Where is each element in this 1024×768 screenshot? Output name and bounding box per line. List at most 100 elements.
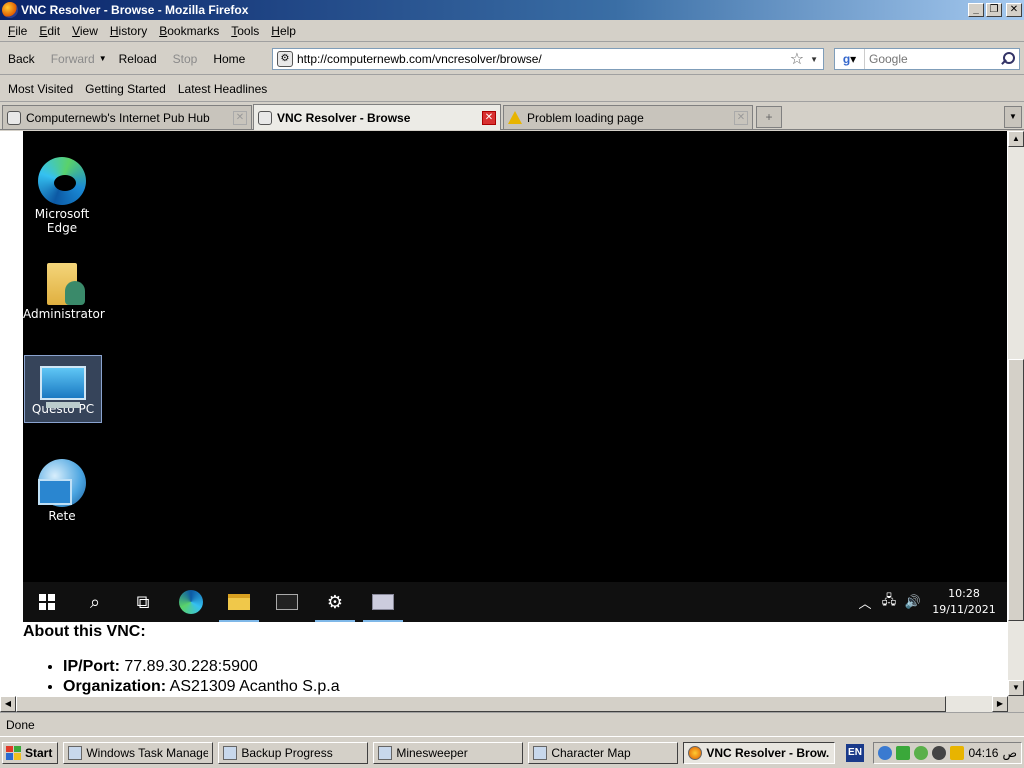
taskbar-item-task-manager[interactable]: Windows Task Manager	[63, 741, 214, 764]
stop-button[interactable]: Stop	[165, 52, 206, 66]
vertical-scroll-thumb[interactable]	[1008, 359, 1024, 621]
menu-edit[interactable]: Edit	[33, 24, 66, 38]
desktop-icon-questo-pc[interactable]: Questo PC	[24, 355, 102, 423]
menu-tools[interactable]: Tools	[225, 24, 265, 38]
desktop-icon-rete[interactable]: Rete	[23, 455, 101, 523]
bookmarks-toolbar: Most Visited Getting Started Latest Head…	[0, 76, 1024, 102]
tab-label: Computernewb's Internet Pub Hub	[26, 110, 210, 125]
taskbar-item-backup-progress[interactable]: Backup Progress	[218, 741, 369, 764]
menu-history[interactable]: History	[104, 24, 153, 38]
task-view-icon[interactable]: ⧉	[119, 582, 167, 622]
users-icon[interactable]	[950, 746, 965, 760]
desktop-icon-edge[interactable]: Microsoft Edge	[23, 153, 101, 235]
window-controls: _ ❐ ✕	[968, 3, 1022, 17]
tab-vnc-resolver-browse[interactable]: VNC Resolver - Browse ✕	[253, 104, 501, 130]
firefox-icon	[2, 2, 18, 18]
home-button[interactable]: Home	[205, 52, 253, 66]
tab-label: Problem loading page	[527, 110, 644, 125]
back-button[interactable]: Back	[0, 52, 43, 66]
desktop-icon-label: Rete	[48, 509, 76, 523]
settings-gear-icon[interactable]: ⚙	[311, 582, 359, 622]
vnc-screenshot: Microsoft Edge Administrator Questo PC R…	[23, 131, 1007, 622]
update-icon[interactable]	[914, 746, 929, 760]
navigation-toolbar: Back Forward ▼ Reload Stop Home ⚙ ☆ ▼ g▾	[0, 43, 1024, 75]
security-icon[interactable]	[896, 746, 911, 760]
network-globe-icon[interactable]	[878, 746, 893, 760]
about-heading: About this VNC:	[23, 623, 146, 640]
bookmark-getting-started[interactable]: Getting Started	[79, 82, 172, 96]
taskbar-item-character-map[interactable]: Character Map	[528, 741, 679, 764]
server-manager-icon[interactable]	[359, 582, 407, 622]
scroll-right-icon[interactable]: ▶	[992, 696, 1008, 712]
new-tab-button[interactable]: +	[756, 106, 782, 128]
am-pm-indicator: ص	[1002, 746, 1017, 760]
character-map-icon	[533, 745, 548, 760]
menu-bookmarks[interactable]: Bookmarks	[153, 24, 225, 38]
tab-internet-pub-hub[interactable]: Computernewb's Internet Pub Hub ✕	[2, 105, 252, 129]
search-box: g ▾	[834, 48, 1020, 70]
tab-list-dropdown-icon[interactable]: ▼	[1004, 106, 1022, 128]
warning-icon	[508, 111, 522, 124]
site-favicon-icon	[258, 110, 272, 125]
history-dropdown-icon[interactable]: ▼	[99, 54, 107, 63]
windows-start-icon[interactable]	[23, 582, 71, 622]
language-indicator[interactable]: EN	[846, 744, 864, 762]
menu-help[interactable]: Help	[265, 24, 302, 38]
close-button[interactable]: ✕	[1006, 3, 1022, 17]
vertical-scrollbar[interactable]: ▲ ▼	[1008, 131, 1024, 696]
task-manager-icon	[68, 745, 83, 760]
start-button[interactable]: Start	[2, 741, 59, 764]
status-bar: Done	[0, 712, 1024, 736]
host-taskbar: Start Windows Task Manager Backup Progre…	[0, 736, 1024, 768]
taskbar-item-firefox[interactable]: VNC Resolver - Brow...	[683, 741, 836, 764]
tab-close-icon[interactable]: ✕	[233, 110, 247, 125]
backup-icon	[223, 745, 238, 760]
search-input[interactable]	[865, 52, 999, 66]
minimize-button[interactable]: _	[968, 3, 984, 17]
host-clock[interactable]: 04:16	[968, 746, 998, 760]
network-icon	[38, 459, 86, 507]
remote-taskbar: ⌕ ⧉ ⚙ ︿ 🖧 🔊 10:28 19/11/2021	[23, 582, 1007, 622]
page-content: Microsoft Edge Administrator Questo PC R…	[0, 131, 1008, 696]
google-engine-icon[interactable]: g ▾	[835, 49, 865, 69]
tab-strip: Computernewb's Internet Pub Hub ✕ VNC Re…	[0, 103, 1024, 130]
desktop-icon-administrator[interactable]: Administrator	[23, 259, 105, 321]
scroll-up-icon[interactable]: ▲	[1008, 131, 1024, 147]
forward-button[interactable]: Forward	[43, 52, 103, 66]
reload-button[interactable]: Reload	[111, 52, 165, 66]
search-icon[interactable]	[999, 51, 1015, 67]
scroll-left-icon[interactable]: ◀	[0, 696, 16, 712]
power-icon[interactable]	[932, 746, 947, 760]
bookmark-most-visited[interactable]: Most Visited	[2, 82, 79, 96]
bookmark-star-icon[interactable]: ☆	[790, 49, 804, 69]
tab-problem-loading-page[interactable]: Problem loading page ✕	[503, 105, 753, 129]
edge-icon	[38, 157, 86, 205]
tab-close-icon[interactable]: ✕	[734, 110, 748, 125]
url-input[interactable]	[297, 52, 790, 66]
search-icon[interactable]: ⌕	[71, 582, 119, 622]
tab-close-icon[interactable]: ✕	[482, 110, 496, 125]
remote-clock[interactable]: 10:28 19/11/2021	[925, 586, 1003, 618]
about-list: IP/Port: 77.89.30.228:5900 Organization:…	[63, 657, 340, 696]
horizontal-scrollbar[interactable]: ◀ ▶	[0, 696, 1008, 712]
site-favicon-icon[interactable]: ⚙	[277, 51, 293, 67]
edge-taskbar-icon[interactable]	[167, 582, 215, 622]
url-dropdown-icon[interactable]: ▼	[810, 55, 818, 64]
scroll-down-icon[interactable]: ▼	[1008, 680, 1024, 696]
menu-view[interactable]: View	[66, 24, 104, 38]
horizontal-scroll-thumb[interactable]	[16, 696, 946, 712]
restore-button[interactable]: ❐	[986, 3, 1002, 17]
network-tray-icon[interactable]: 🖧	[877, 591, 901, 613]
file-explorer-icon[interactable]	[215, 582, 263, 622]
window-title: VNC Resolver - Browse - Mozilla Firefox	[21, 3, 249, 17]
chevron-up-icon[interactable]: ︿	[853, 593, 877, 612]
terminal-icon[interactable]	[263, 582, 311, 622]
taskbar-item-minesweeper[interactable]: Minesweeper	[373, 741, 524, 764]
scrollbar-corner	[1008, 696, 1024, 712]
ip-port-value: 77.89.30.228:5900	[124, 658, 258, 675]
menu-file[interactable]: File	[2, 24, 33, 38]
volume-icon[interactable]: 🔊	[901, 595, 925, 610]
window-title-bar[interactable]: VNC Resolver - Browse - Mozilla Firefox …	[0, 0, 1024, 20]
bookmark-latest-headlines[interactable]: Latest Headlines	[172, 82, 273, 96]
user-folder-icon	[47, 263, 85, 305]
